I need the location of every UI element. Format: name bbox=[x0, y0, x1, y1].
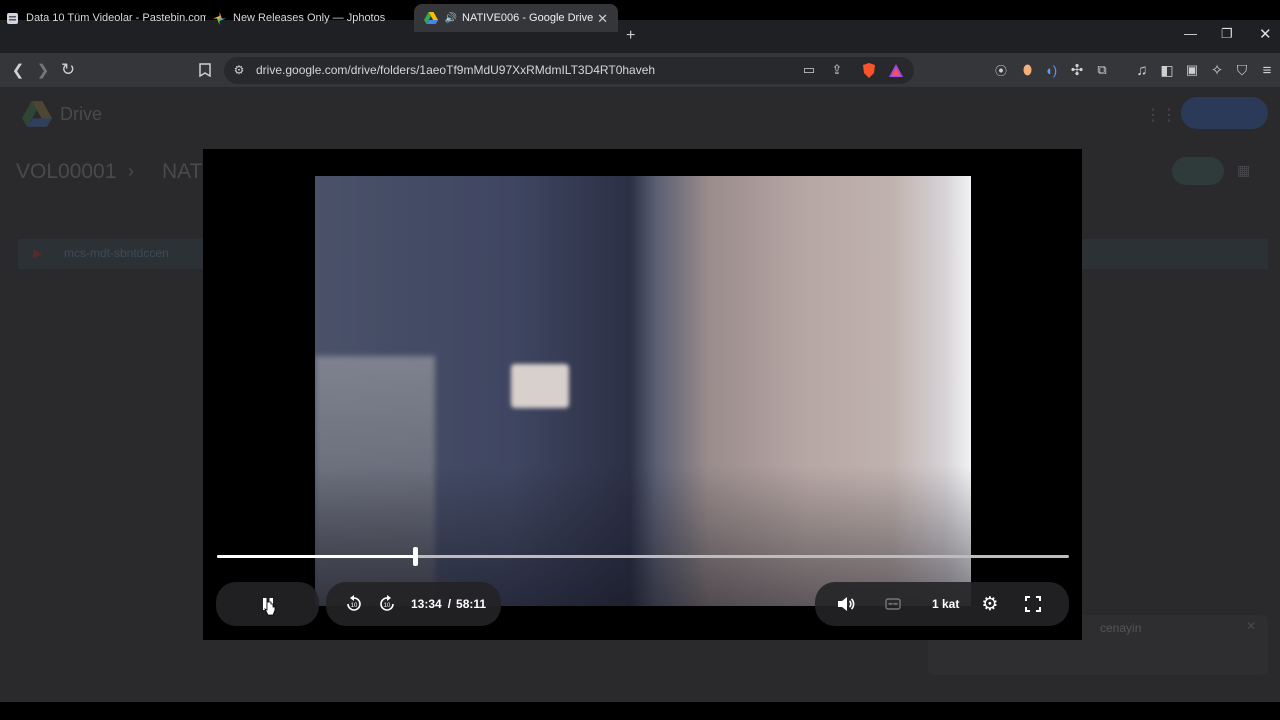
speaker-icon[interactable]: 🔊 bbox=[445, 11, 457, 25]
pastebin-icon bbox=[6, 11, 19, 25]
forward-icon[interactable]: ❯ bbox=[34, 61, 52, 79]
drive-logo-icon bbox=[22, 101, 52, 132]
tab-pastebin[interactable]: Data 10 Tüm Videolar - Pastebin.com bbox=[6, 4, 206, 32]
screenshot-icon[interactable]: ⧉ bbox=[1093, 61, 1111, 79]
sign-in-button[interactable] bbox=[1181, 97, 1268, 129]
site-info-icon[interactable]: ⚙ bbox=[230, 61, 248, 79]
extensions-puzzle-icon[interactable]: ✣ bbox=[1068, 61, 1086, 79]
video-content-lamp bbox=[511, 364, 569, 408]
volume-button[interactable] bbox=[837, 596, 855, 612]
apps-grid-icon[interactable]: ⋮⋮ bbox=[1145, 105, 1177, 125]
forward-icon: 10 bbox=[380, 595, 394, 611]
share-icon[interactable]: ⇪ bbox=[828, 61, 846, 79]
fullscreen-icon bbox=[1025, 596, 1042, 612]
time-controls-pill: 10 10 13:34 / 58:11 bbox=[326, 582, 501, 626]
extension-audio-icon[interactable]: ◖) bbox=[1042, 61, 1060, 79]
leo-ai-icon[interactable]: ✧ bbox=[1208, 61, 1226, 79]
cast-icon[interactable]: ▭ bbox=[800, 61, 818, 79]
grid-view-icon[interactable]: ▦ bbox=[1237, 162, 1250, 179]
breadcrumb-chevron-icon: › bbox=[128, 161, 134, 181]
tab-label: NATIVE006 - Google Drive bbox=[462, 12, 594, 24]
rewind-icon: 10 bbox=[347, 595, 361, 611]
svg-text:10: 10 bbox=[351, 603, 358, 609]
forward-10-button[interactable]: 10 bbox=[378, 595, 396, 613]
captions-icon bbox=[885, 598, 901, 610]
screen: Data 10 Tüm Videolar - Pastebin.com New … bbox=[0, 0, 1280, 720]
breadcrumb-current[interactable]: NATI bbox=[162, 160, 208, 184]
svg-text:10: 10 bbox=[384, 603, 391, 609]
file-name: mcs-mdt-sbntdccen bbox=[64, 246, 169, 260]
address-bar[interactable]: ⚙ drive.google.com/drive/folders/1aeoTf9… bbox=[224, 57, 914, 84]
close-window-icon[interactable]: ✕ bbox=[1259, 25, 1272, 43]
vpn-shield-icon[interactable]: ⛉ bbox=[1233, 61, 1251, 79]
duration: 58:11 bbox=[456, 597, 487, 611]
back-icon[interactable]: ❮ bbox=[9, 61, 27, 79]
extension-egg-icon[interactable] bbox=[1018, 61, 1036, 79]
fullscreen-button[interactable] bbox=[1025, 596, 1042, 612]
video-player[interactable]: 10 10 13:34 / 58:11 1 kat ⚙ bbox=[203, 149, 1082, 640]
settings-gear-icon[interactable]: ⚙ bbox=[981, 593, 998, 616]
reload-icon[interactable]: ↻ bbox=[59, 60, 77, 79]
video-frame[interactable] bbox=[315, 176, 971, 606]
google-drive-icon bbox=[424, 11, 438, 25]
tab-label: Data 10 Tüm Videolar - Pastebin.com bbox=[26, 12, 206, 24]
drive-app-name: Drive bbox=[60, 104, 103, 124]
minimize-icon[interactable]: — bbox=[1184, 26, 1197, 41]
seek-handle[interactable] bbox=[413, 547, 419, 566]
bottom-edge bbox=[0, 702, 1280, 720]
sidebar-icon[interactable]: ◧ bbox=[1158, 61, 1176, 79]
brave-shields-icon[interactable] bbox=[860, 61, 878, 79]
volume-icon bbox=[838, 597, 855, 611]
bookmark-icon[interactable] bbox=[196, 61, 214, 79]
video-file-icon: ▶ bbox=[33, 246, 43, 260]
tab-jphotos[interactable]: New Releases Only — Jphotos bbox=[212, 4, 412, 32]
restore-icon[interactable]: ❐ bbox=[1221, 26, 1233, 42]
rewind-10-button[interactable]: 10 bbox=[345, 595, 363, 613]
pinwheel-icon bbox=[212, 11, 226, 25]
tab-label: New Releases Only — Jphotos bbox=[233, 12, 386, 24]
breadcrumb-root[interactable]: VOL00001 bbox=[16, 160, 116, 184]
toast-title: cenayin bbox=[1100, 621, 1142, 635]
toast-close-icon[interactable]: ✕ bbox=[1246, 619, 1256, 633]
seek-bar[interactable] bbox=[217, 547, 1069, 566]
menu-icon[interactable]: ≡ bbox=[1258, 61, 1276, 79]
mouse-cursor-icon bbox=[264, 601, 276, 616]
brave-rewards-icon[interactable] bbox=[887, 61, 905, 79]
settings-pill: 1 kat ⚙ bbox=[815, 582, 1069, 626]
time-separator: / bbox=[447, 597, 452, 611]
current-time: 13:34 bbox=[411, 597, 442, 611]
seek-bar-played bbox=[217, 555, 416, 558]
tab-google-drive[interactable]: 🔊 NATIVE006 - Google Drive ✕ bbox=[414, 4, 618, 32]
wallet-icon[interactable]: ▣ bbox=[1183, 61, 1201, 79]
captions-button[interactable] bbox=[885, 598, 901, 610]
new-tab-icon[interactable]: + bbox=[626, 27, 635, 45]
list-view-toggle[interactable] bbox=[1172, 157, 1224, 185]
close-tab-icon[interactable]: ✕ bbox=[597, 11, 608, 27]
playback-speed-button[interactable]: 1 kat bbox=[932, 597, 959, 611]
url-text: drive.google.com/drive/folders/1aeoTf9mM… bbox=[256, 63, 656, 77]
media-controls-icon[interactable]: ♫ bbox=[1133, 61, 1151, 79]
extension-mouse-icon[interactable]: ⦿ bbox=[992, 61, 1010, 79]
